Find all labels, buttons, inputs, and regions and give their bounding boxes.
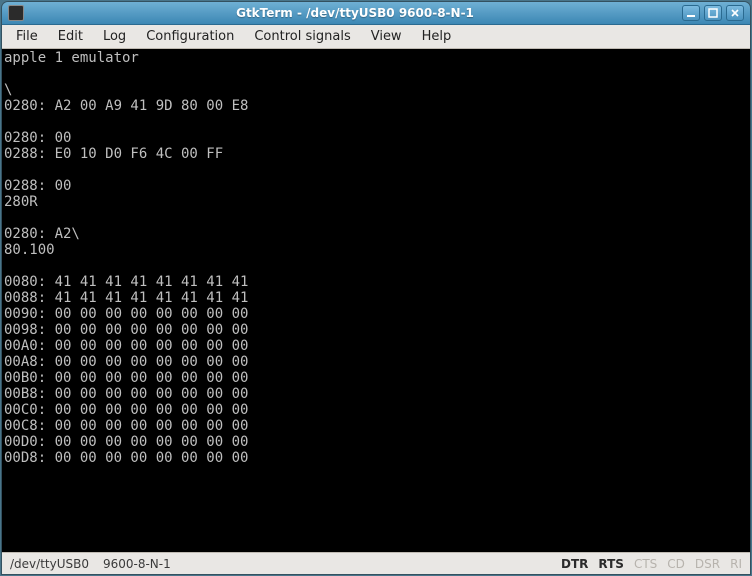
menu-control-signals[interactable]: Control signals	[244, 26, 360, 47]
close-button[interactable]	[726, 5, 744, 21]
signal-dtr[interactable]: DTR	[561, 557, 588, 571]
statusbar: /dev/ttyUSB0 9600-8-N-1 DTR RTS CTS CD D…	[2, 552, 750, 574]
menubar: File Edit Log Configuration Control sign…	[2, 25, 750, 49]
signal-ri: RI	[730, 557, 742, 571]
maximize-button[interactable]	[704, 5, 722, 21]
status-params: 9600-8-N-1	[103, 557, 171, 571]
titlebar[interactable]: GtkTerm - /dev/ttyUSB0 9600-8-N-1	[2, 2, 750, 25]
menu-edit[interactable]: Edit	[48, 26, 93, 47]
window-title: GtkTerm - /dev/ttyUSB0 9600-8-N-1	[28, 6, 682, 20]
signal-dsr: DSR	[695, 557, 720, 571]
minimize-button[interactable]	[682, 5, 700, 21]
app-window: GtkTerm - /dev/ttyUSB0 9600-8-N-1 File E…	[2, 2, 750, 574]
status-device: /dev/ttyUSB0	[10, 557, 89, 571]
terminal-output[interactable]: apple 1 emulator \ 0280: A2 00 A9 41 9D …	[2, 49, 750, 552]
menu-help[interactable]: Help	[412, 26, 462, 47]
maximize-icon	[708, 8, 718, 18]
close-icon	[730, 8, 740, 18]
signal-cd: CD	[667, 557, 685, 571]
window-controls	[682, 5, 750, 21]
menu-file[interactable]: File	[6, 26, 48, 47]
menu-configuration[interactable]: Configuration	[136, 26, 244, 47]
menu-log[interactable]: Log	[93, 26, 136, 47]
app-icon	[8, 5, 24, 21]
minimize-icon	[686, 8, 696, 18]
menu-view[interactable]: View	[361, 26, 412, 47]
signal-cts: CTS	[634, 557, 657, 571]
signal-rts[interactable]: RTS	[598, 557, 624, 571]
